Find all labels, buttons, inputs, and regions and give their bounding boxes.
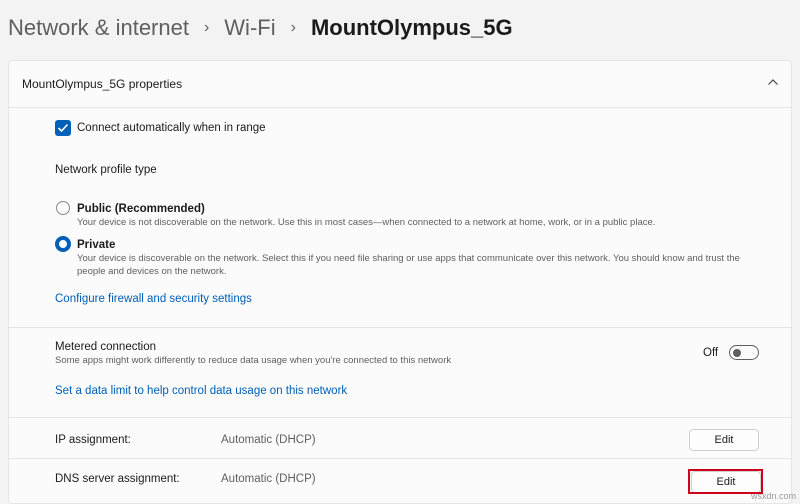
toggle-knob — [733, 348, 741, 357]
properties-card: MountOlympus_5G properties Connect autom… — [8, 60, 792, 504]
connect-automatically-checkbox[interactable] — [55, 120, 71, 136]
set-data-limit-link[interactable]: Set a data limit to help control data us… — [55, 385, 347, 397]
dns-assignment-value: Automatic (DHCP) — [221, 473, 316, 485]
ip-assignment-value: Automatic (DHCP) — [221, 434, 316, 446]
dns-assignment-label: DNS server assignment: — [55, 473, 180, 485]
metered-connection-description: Some apps might work differently to redu… — [55, 355, 452, 366]
chevron-up-icon[interactable] — [765, 74, 781, 90]
ip-assignment-edit-button[interactable]: Edit — [689, 429, 759, 451]
chevron-right-icon: › — [203, 19, 210, 36]
breadcrumb-wifi[interactable]: Wi-Fi — [224, 15, 275, 41]
private-radio-label[interactable]: Private — [77, 239, 115, 251]
page-title: MountOlympus_5G — [310, 15, 513, 40]
divider — [9, 327, 791, 328]
connect-automatically-label[interactable]: Connect automatically when in range — [77, 122, 266, 134]
breadcrumb-network-internet[interactable]: Network & internet — [8, 15, 189, 41]
public-description: Your device is not discoverable on the n… — [77, 217, 656, 228]
metered-toggle-state: Off — [703, 347, 719, 359]
metered-connection-toggle[interactable] — [729, 345, 759, 360]
properties-card-title: MountOlympus_5G properties — [22, 77, 183, 91]
checkmark-icon — [57, 123, 69, 133]
network-profile-heading: Network profile type — [55, 164, 157, 176]
ip-assignment-label: IP assignment: — [55, 434, 131, 446]
metered-connection-label: Metered connection — [55, 341, 157, 353]
private-description: Your device is discoverable on the netwo… — [77, 253, 740, 277]
watermark: wsxdn.com — [750, 491, 796, 501]
breadcrumb: Network & internet › Wi-Fi › MountOlympu… — [8, 12, 513, 44]
public-radio-label[interactable]: Public (Recommended) — [77, 203, 205, 215]
private-radio[interactable] — [55, 236, 71, 252]
chevron-right-icon: › — [290, 19, 296, 36]
divider — [9, 458, 791, 459]
configure-firewall-link[interactable]: Configure firewall and security settings — [55, 293, 252, 305]
public-radio[interactable] — [56, 201, 70, 215]
properties-card-header[interactable]: MountOlympus_5G properties — [9, 61, 791, 108]
divider — [9, 417, 791, 418]
